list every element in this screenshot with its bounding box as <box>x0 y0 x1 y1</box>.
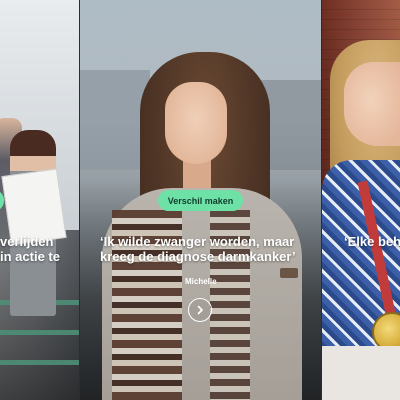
portrait-skirt <box>322 346 400 400</box>
story-quote-main-line2: kreeg de diagnose darmkanker’ <box>100 249 296 264</box>
story-quote-left-line1: verlijden <box>0 234 54 249</box>
portrait-face <box>344 62 400 146</box>
story-author: Michelle <box>185 277 217 286</box>
portrait-face <box>165 82 227 164</box>
stair-railing <box>0 330 79 335</box>
story-tag-main[interactable]: Verschil maken <box>158 190 243 211</box>
next-story-button[interactable] <box>188 298 212 322</box>
story-card-right[interactable] <box>322 0 400 400</box>
stair-railing <box>0 360 79 365</box>
story-quote-right-line1: ‘Elke beh <box>344 234 400 249</box>
story-quote-left-line2: in actie te <box>0 249 60 264</box>
story-quote-main-line1: ‘Ik wilde zwanger worden, maar <box>100 234 295 249</box>
portrait-neck <box>183 160 211 190</box>
story-carousel: verlijden in actie te Verschil maken ‘Ik… <box>0 0 400 400</box>
chevron-right-icon <box>197 305 203 315</box>
story-card-left[interactable] <box>0 0 79 400</box>
sweater-patch <box>280 268 298 278</box>
